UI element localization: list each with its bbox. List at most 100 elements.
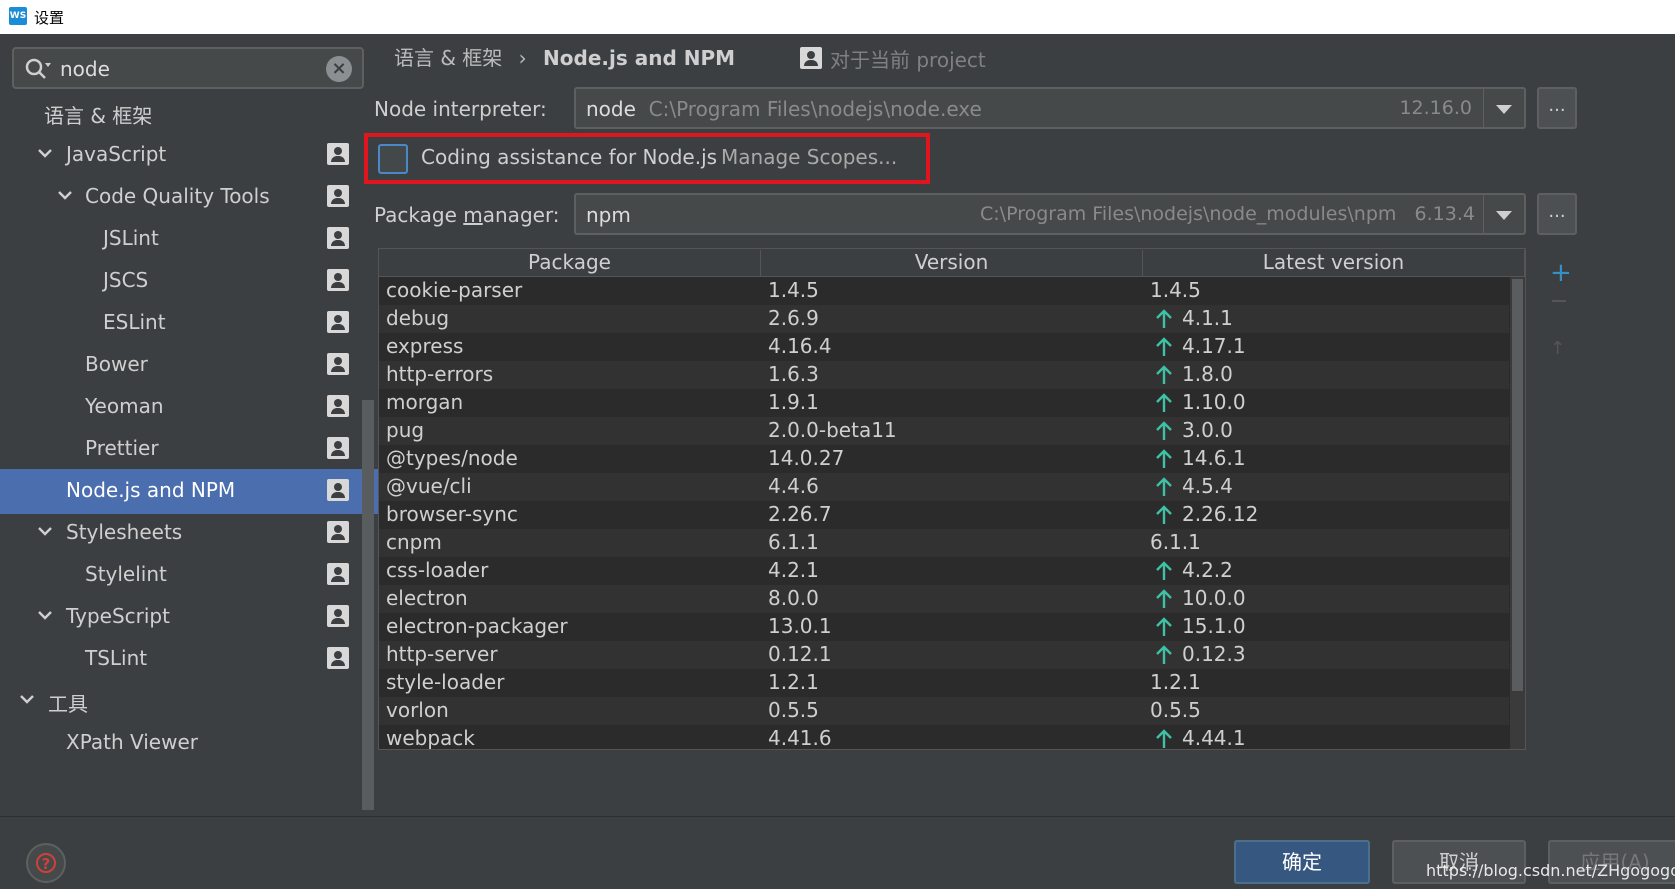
table-row[interactable]: morgan 1.9.1 1.10.0 <box>379 389 1509 417</box>
browse-package-manager-button[interactable]: ... <box>1537 193 1577 235</box>
upgrade-available-icon <box>1156 393 1172 412</box>
project-level-icon <box>327 437 349 459</box>
table-row[interactable]: electron 8.0.0 10.0.0 <box>379 585 1509 613</box>
breadcrumb-separator: › <box>518 46 527 70</box>
table-row[interactable]: cnpm 6.1.1 6.1.1 <box>379 529 1509 557</box>
webstorm-app-icon: WS <box>9 7 27 25</box>
add-package-icon[interactable]: + <box>1550 258 1572 288</box>
package-name-cell: cnpm <box>386 530 442 554</box>
upgrade-available-icon <box>1156 421 1172 440</box>
sidebar-item[interactable]: TSLint <box>0 637 378 682</box>
chevron-down-icon[interactable] <box>1483 195 1524 233</box>
sidebar-item[interactable]: ESLint <box>0 301 378 346</box>
chevron-down-icon[interactable] <box>34 142 56 164</box>
sidebar-item[interactable]: JSLint <box>0 217 378 262</box>
package-version-cell: 4.41.6 <box>768 726 832 750</box>
table-row[interactable]: cookie-parser 1.4.5 1.4.5 <box>379 277 1509 305</box>
coding-assistance-label[interactable]: Coding assistance for Node.js <box>421 145 717 169</box>
package-name-cell: debug <box>386 306 450 330</box>
upgrade-available-icon <box>1156 561 1172 580</box>
sidebar-item-label: 语言 & 框架 <box>44 104 153 128</box>
column-header-package[interactable]: Package <box>379 250 761 276</box>
chevron-down-icon[interactable] <box>34 604 56 626</box>
watermark-text: https://blog.csdn.net/ZHgogogoha <box>1426 861 1675 880</box>
sidebar-item[interactable]: Stylelint <box>0 553 378 598</box>
table-row[interactable]: express 4.16.4 4.17.1 <box>379 333 1509 361</box>
search-input[interactable]: node <box>60 57 110 81</box>
table-row[interactable]: debug 2.6.9 4.1.1 <box>379 305 1509 333</box>
package-version-cell: 0.5.5 <box>768 698 819 722</box>
package-manager-label-pre: Package <box>374 203 464 227</box>
chevron-down-icon[interactable] <box>34 520 56 542</box>
package-toolbar: + ↑ <box>1550 258 1572 368</box>
table-row[interactable]: @types/node 14.0.27 14.6.1 <box>379 445 1509 473</box>
sidebar-item[interactable]: Yeoman <box>0 385 378 430</box>
breadcrumb-current: Node.js and NPM <box>543 46 736 70</box>
packages-table: Package Version Latest version cookie-pa… <box>378 248 1526 750</box>
package-version-cell: 6.1.1 <box>768 530 819 554</box>
settings-search-field[interactable]: node × <box>12 47 364 89</box>
clear-search-icon[interactable]: × <box>326 56 352 82</box>
sidebar-item-label: 工具 <box>48 692 88 716</box>
table-row[interactable]: css-loader 4.2.1 4.2.2 <box>379 557 1509 585</box>
browse-interpreter-button[interactable]: ... <box>1537 87 1577 129</box>
chevron-down-icon[interactable] <box>54 184 76 206</box>
upgrade-available-icon <box>1156 449 1172 468</box>
sidebar-item[interactable]: 工具 <box>0 679 378 724</box>
ok-button[interactable]: 确定 <box>1234 840 1370 884</box>
column-header-version[interactable]: Version <box>761 250 1143 276</box>
sidebar-item-label: Stylesheets <box>66 520 183 544</box>
remove-package-icon[interactable] <box>1552 300 1566 302</box>
coding-assistance-checkbox[interactable] <box>378 144 408 174</box>
package-manager-path-version: C:\Program Files\nodejs\node_modules\npm… <box>980 203 1475 225</box>
settings-content: 语言 & 框架 › Node.js and NPM 对于当前 project N… <box>364 34 1675 816</box>
package-name-cell: http-server <box>386 642 498 666</box>
table-row[interactable]: pug 2.0.0-beta11 3.0.0 <box>379 417 1509 445</box>
package-latest-version-cell: 1.2.1 <box>1150 670 1201 694</box>
upgrade-package-icon[interactable]: ↑ <box>1550 338 1565 359</box>
package-version-cell: 1.6.3 <box>768 362 819 386</box>
project-level-icon <box>327 143 349 165</box>
package-name-cell: http-errors <box>386 362 494 386</box>
package-latest-version-cell: 4.17.1 <box>1182 334 1246 358</box>
table-row[interactable]: browser-sync 2.26.7 2.26.12 <box>379 501 1509 529</box>
node-interpreter-combo[interactable]: node C:\Program Files\nodejs\node.exe 12… <box>574 87 1526 129</box>
package-name-cell: @vue/cli <box>386 474 472 498</box>
breadcrumb-parent[interactable]: 语言 & 框架 <box>394 46 502 70</box>
package-name-cell: electron <box>386 586 468 610</box>
table-row[interactable]: http-errors 1.6.3 1.8.0 <box>379 361 1509 389</box>
table-row[interactable]: vorlon 0.5.5 0.5.5 <box>379 697 1509 725</box>
package-version-cell: 1.4.5 <box>768 278 819 302</box>
upgrade-available-icon <box>1156 589 1172 608</box>
package-name-cell: vorlon <box>386 698 449 722</box>
table-scrollbar-thumb[interactable] <box>1512 279 1523 691</box>
sidebar-item[interactable]: Prettier <box>0 427 378 472</box>
sidebar-scrollbar[interactable] <box>362 400 374 810</box>
table-row[interactable]: webpack 4.41.6 4.44.1 <box>379 725 1509 750</box>
table-row[interactable]: @vue/cli 4.4.6 4.5.4 <box>379 473 1509 501</box>
sidebar-item[interactable]: 语言 & 框架 <box>0 91 378 136</box>
table-row[interactable]: style-loader 1.2.1 1.2.1 <box>379 669 1509 697</box>
sidebar-item[interactable]: JavaScript <box>0 133 378 178</box>
chevron-down-icon[interactable] <box>1483 89 1524 127</box>
sidebar-item[interactable]: Code Quality Tools <box>0 175 378 220</box>
project-level-icon <box>327 479 349 501</box>
help-button[interactable]: ? <box>26 843 66 883</box>
package-latest-version-cell: 0.5.5 <box>1150 698 1201 722</box>
manage-scopes-link[interactable]: Manage Scopes... <box>721 145 897 169</box>
column-header-latest-version[interactable]: Latest version <box>1143 250 1525 276</box>
search-icon[interactable] <box>24 57 52 81</box>
package-manager-combo[interactable]: npm C:\Program Files\nodejs\node_modules… <box>574 193 1526 235</box>
upgrade-available-icon <box>1156 365 1172 384</box>
table-row[interactable]: electron-packager 13.0.1 15.1.0 <box>379 613 1509 641</box>
sidebar-item[interactable]: JSCS <box>0 259 378 304</box>
sidebar-item[interactable]: Bower <box>0 343 378 388</box>
sidebar-item-label: ESLint <box>103 310 166 334</box>
chevron-down-icon[interactable] <box>16 688 38 710</box>
sidebar-item[interactable]: Node.js and NPM <box>0 469 378 514</box>
table-row[interactable]: http-server 0.12.1 0.12.3 <box>379 641 1509 669</box>
sidebar-item[interactable]: TypeScript <box>0 595 378 640</box>
sidebar-item[interactable]: XPath Viewer <box>0 721 378 766</box>
sidebar-item[interactable]: Stylesheets <box>0 511 378 556</box>
package-version-cell: 1.9.1 <box>768 390 819 414</box>
